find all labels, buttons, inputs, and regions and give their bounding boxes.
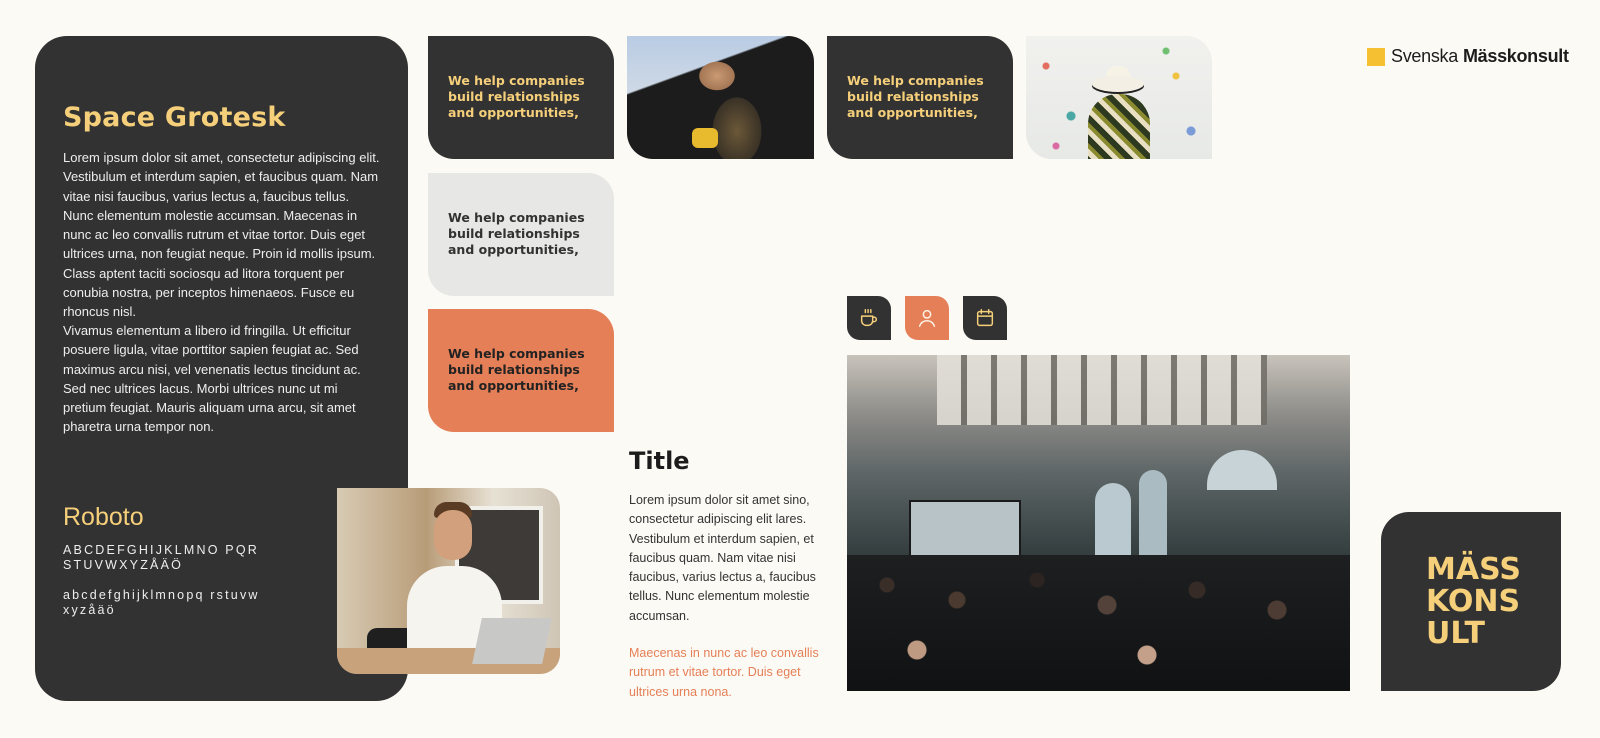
face-shape <box>434 510 472 560</box>
brand-name-bold: Mässkonsult <box>1462 46 1569 66</box>
card-text: We help companies build relationships an… <box>448 73 585 120</box>
woman-dress-shape <box>1088 94 1150 159</box>
brand-square-icon <box>1367 47 1385 66</box>
content-highlight: Maecenas in nunc ac leo convallis rutrum… <box>629 646 819 699</box>
card-dark-1: We help companies build relationships an… <box>428 36 614 159</box>
ceiling-shape <box>937 355 1267 425</box>
laptop-shape <box>472 618 552 664</box>
logo-mark-text: MÄSS KONS ULT <box>1426 554 1521 650</box>
arched-window-shape <box>1139 470 1167 565</box>
logo-line-2: KONS <box>1426 584 1521 619</box>
typography-paragraph-1: Lorem ipsum dolor sit amet, consectetur … <box>63 150 380 320</box>
card-text: We help companies build relationships an… <box>448 210 585 257</box>
businessman-phone-photo <box>337 488 560 674</box>
content-title: Title <box>629 447 690 475</box>
logo-line-1: MÄSS <box>1426 552 1521 587</box>
card-dark-2: We help companies build relationships an… <box>827 36 1013 159</box>
hat-brim-shape <box>1092 76 1144 92</box>
content-body: Lorem ipsum dolor sit amet sino, consect… <box>629 493 816 623</box>
coffee-cup-icon[interactable] <box>847 296 891 340</box>
uppercase-alphabet: ABCDEFGHIJKLMNO PQRSTUVWXYZÅÄÖ <box>63 543 259 572</box>
primary-font-name: Space Grotesk <box>63 102 286 133</box>
conference-hall-photo <box>847 355 1350 691</box>
logo-mark-block: MÄSS KONS ULT <box>1381 512 1561 691</box>
tool-belt-photo <box>627 36 814 159</box>
crowd-shape <box>847 555 1350 691</box>
secondary-font-name: Roboto <box>63 503 144 531</box>
card-light: We help companies build relationships an… <box>428 173 614 296</box>
arched-window-shape <box>1095 483 1131 565</box>
art-gallery-photo <box>1026 36 1212 159</box>
card-text: We help companies build relationships an… <box>448 346 585 393</box>
tape-measure-shape <box>692 128 718 148</box>
card-text: We help companies build relationships an… <box>847 73 984 120</box>
brand-logo: Svenska Mässkonsult <box>1367 46 1569 67</box>
lowercase-alphabet: abcdefghijklmnopq rstuvwxyzåäö <box>63 588 260 617</box>
user-icon[interactable] <box>905 296 949 340</box>
calendar-icon[interactable] <box>963 296 1007 340</box>
card-orange: We help companies build relationships an… <box>428 309 614 432</box>
typography-paragraph-2: Vivamus elementum a libero id fringilla.… <box>63 323 361 435</box>
brand-name-light: Svenska <box>1391 46 1458 66</box>
logo-line-3: ULT <box>1426 616 1485 651</box>
arched-window-shape <box>1207 450 1277 490</box>
